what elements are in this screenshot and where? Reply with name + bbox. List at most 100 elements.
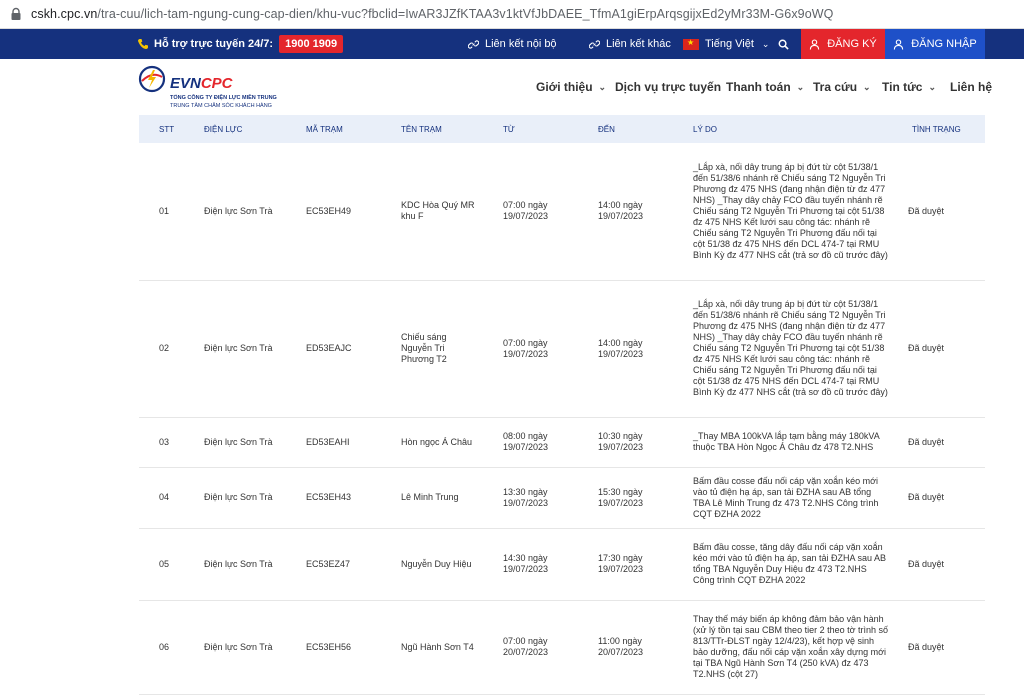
login-label: ĐĂNG NHẬP bbox=[911, 38, 977, 50]
nav-item-thanh-toan[interactable]: Thanh toán ⌄ bbox=[726, 59, 804, 115]
site-info-icon[interactable] bbox=[9, 7, 23, 21]
chevron-down-icon: ⌄ bbox=[761, 38, 770, 49]
cell-dien-luc: Điện lực Sơn Trà bbox=[204, 436, 273, 447]
internal-link[interactable]: Liên kết nội bộ bbox=[468, 29, 557, 59]
link-icon bbox=[468, 39, 479, 49]
cell-ly-do: Thay thế máy biến áp không đảm bảo vận h… bbox=[693, 614, 889, 679]
outage-schedule-table: STT ĐIỆN LỰC MÃ TRẠM TÊN TRẠM TỪ ĐẾN LÝ … bbox=[139, 115, 985, 695]
login-button[interactable]: ĐĂNG NHẬP bbox=[885, 29, 985, 59]
cell-dien-luc: Điện lực Sơn Trà bbox=[204, 558, 273, 569]
search-icon bbox=[778, 39, 789, 50]
column-header-ma-tram: MÃ TRẠM bbox=[306, 124, 343, 134]
cell-tinh-trang: Đã duyệt bbox=[908, 558, 945, 569]
cell-ten-tram: Hòn ngọc Á Châu bbox=[401, 436, 473, 447]
nav-item-gioi-thieu[interactable]: Giới thiệu ⌄ bbox=[536, 59, 606, 115]
site-header: EVNCPC TỔNG CÔNG TY ĐIỆN LỰC MIỀN TRUNG … bbox=[0, 59, 1024, 115]
link-icon bbox=[589, 39, 600, 49]
cell-tu: 13:30 ngày 19/07/2023 bbox=[503, 486, 549, 508]
register-button[interactable]: ĐĂNG KÝ bbox=[801, 29, 885, 59]
cell-ly-do: _Thay MBA 100kVA lắp tạm bằng máy 180kVA… bbox=[693, 431, 880, 452]
cell-dien-luc: Điện lực Sơn Trà bbox=[204, 343, 273, 353]
column-header-ly-do: LÝ DO bbox=[693, 124, 718, 134]
column-header-tu: TỪ bbox=[503, 124, 515, 134]
table-row: 03 Điện lực Sơn Trà ED53EAHI Hòn ngọc Á … bbox=[139, 417, 985, 467]
column-header-dien-luc: ĐIỆN LỰC bbox=[204, 124, 243, 134]
cell-den: 11:00 ngày 20/07/2023 bbox=[598, 636, 644, 657]
user-icon bbox=[894, 38, 904, 50]
column-header-tinh-trang: TÌNH TRẠNG bbox=[912, 124, 961, 134]
url-host: cskh.cpc.vn bbox=[31, 7, 98, 21]
cell-tu: 07:00 ngày 19/07/2023 bbox=[503, 200, 549, 222]
chevron-down-icon: ⌄ bbox=[796, 81, 805, 92]
cell-den: 15:30 ngày 19/07/2023 bbox=[598, 486, 644, 508]
cell-stt: 04 bbox=[159, 492, 170, 502]
column-header-den: ĐẾN bbox=[598, 124, 615, 134]
other-link[interactable]: Liên kết khác bbox=[589, 29, 671, 59]
cell-tu: 07:00 ngày 19/07/2023 bbox=[503, 337, 549, 359]
chevron-down-icon: ⌄ bbox=[863, 81, 871, 92]
cell-ma-tram: ED53EAJC bbox=[306, 343, 352, 353]
nav-label: Giới thiệu bbox=[536, 80, 593, 94]
table-row: 06 Điện lực Sơn Trà EC53EH56 Ngũ Hành Sơ… bbox=[139, 600, 985, 694]
nav-label: Thanh toán bbox=[726, 80, 791, 94]
cell-dien-luc: Điện lực Sơn Trà bbox=[204, 492, 273, 502]
cell-tu: 08:00 ngày 19/07/2023 bbox=[503, 431, 549, 452]
language-selector[interactable]: Tiếng Việt ⌄ bbox=[683, 29, 769, 59]
cell-dien-luc: Điện lực Sơn Trà bbox=[204, 205, 273, 216]
internal-link-label: Liên kết nội bộ bbox=[485, 38, 557, 50]
cell-tu: 14:30 ngày 19/07/2023 bbox=[503, 553, 549, 574]
phone-icon bbox=[138, 39, 148, 49]
cell-ten-tram: Lê Minh Trung bbox=[401, 492, 459, 502]
browser-address-bar[interactable]: cskh.cpc.vn/tra-cuu/lich-tam-ngung-cung-… bbox=[0, 0, 1024, 29]
cell-stt: 01 bbox=[159, 205, 170, 216]
cell-stt: 02 bbox=[159, 343, 170, 353]
cell-ma-tram: EC53EH56 bbox=[306, 641, 352, 652]
cell-ly-do: _Lắp xà, nối dây trung áp bị đứt từ cột … bbox=[693, 299, 888, 397]
nav-label: Dịch vụ trực tuyến bbox=[615, 80, 722, 94]
language-label: Tiếng Việt bbox=[705, 38, 754, 50]
cell-den: 10:30 ngày 19/07/2023 bbox=[598, 431, 644, 452]
nav-label: Tra cứu bbox=[813, 80, 858, 94]
column-header-stt: STT bbox=[159, 124, 175, 134]
cell-den: 14:00 ngày 19/07/2023 bbox=[598, 200, 644, 222]
cell-tinh-trang: Đã duyệt bbox=[908, 492, 945, 502]
hotline-number[interactable]: 1900 1909 bbox=[279, 35, 344, 53]
nav-item-lien-he[interactable]: Liên hệ bbox=[950, 59, 992, 115]
user-icon bbox=[810, 38, 820, 50]
cell-ly-do: Bấm đầu cosse đấu nối cáp vặn xoắn kéo m… bbox=[693, 475, 879, 519]
cell-ten-tram: Chiếu sáng Nguyễn Tri Phương T2 bbox=[401, 332, 447, 364]
cell-ma-tram: EC53EH43 bbox=[306, 492, 352, 502]
cell-ly-do: Bấm đầu cosse, tăng dây đấu nối cáp vặn … bbox=[693, 542, 887, 585]
evn-logo-mark-icon bbox=[138, 65, 166, 93]
register-label: ĐĂNG KÝ bbox=[827, 38, 877, 50]
other-link-label: Liên kết khác bbox=[606, 38, 671, 50]
cell-ma-tram: EC53EH49 bbox=[306, 205, 352, 216]
table-row: 01 Điện lực Sơn Trà EC53EH49 KDC Hòa Quý… bbox=[139, 143, 985, 280]
cell-stt: 03 bbox=[159, 436, 170, 447]
cell-tinh-trang: Đã duyệt bbox=[908, 641, 945, 652]
cell-tinh-trang: Đã duyệt bbox=[908, 343, 945, 353]
address-url[interactable]: cskh.cpc.vn/tra-cuu/lich-tam-ngung-cung-… bbox=[31, 7, 834, 21]
column-header-ten-tram: TÊN TRẠM bbox=[401, 124, 442, 134]
cell-stt: 05 bbox=[159, 558, 170, 569]
support-label: Hỗ trợ trực tuyến 24/7: bbox=[154, 38, 274, 50]
cell-ly-do: _Lắp xà, nối dây trung áp bị đứt từ cột … bbox=[693, 161, 888, 260]
nav-item-tin-tuc[interactable]: Tin tức ⌄ bbox=[882, 59, 936, 115]
logo-subtitle-1: TỔNG CÔNG TY ĐIỆN LỰC MIỀN TRUNG bbox=[170, 95, 277, 101]
search-button[interactable] bbox=[778, 29, 795, 59]
nav-item-tra-cuu[interactable]: Tra cứu ⌄ bbox=[813, 59, 871, 115]
cell-ten-tram: Ngũ Hành Sơn T4 bbox=[401, 641, 474, 652]
top-utility-bar: Hỗ trợ trực tuyến 24/7: 1900 1909 Liên k… bbox=[0, 29, 1024, 59]
chevron-down-icon: ⌄ bbox=[928, 81, 937, 92]
table-row: 05 Điện lực Sơn Trà EC53EZ47 Nguyễn Duy … bbox=[139, 528, 985, 600]
table-header-row: STT ĐIỆN LỰC MÃ TRẠM TÊN TRẠM TỪ ĐẾN LÝ … bbox=[139, 115, 985, 143]
nav-item-dich-vu[interactable]: Dịch vụ trực tuyến bbox=[615, 59, 721, 115]
logo-evn: EVN bbox=[170, 75, 201, 92]
cell-tu: 07:00 ngày 20/07/2023 bbox=[503, 636, 549, 657]
logo-subtitle-2: TRUNG TÂM CHĂM SÓC KHÁCH HÀNG bbox=[170, 103, 272, 109]
cell-den: 17:30 ngày 19/07/2023 bbox=[598, 553, 644, 574]
table-row: 04 Điện lực Sơn Trà EC53EH43 Lê Minh Tru… bbox=[139, 467, 985, 528]
cell-ma-tram: ED53EAHI bbox=[306, 436, 350, 447]
nav-label: Liên hệ bbox=[950, 80, 993, 94]
logo-brand: EVNCPC bbox=[170, 75, 233, 92]
